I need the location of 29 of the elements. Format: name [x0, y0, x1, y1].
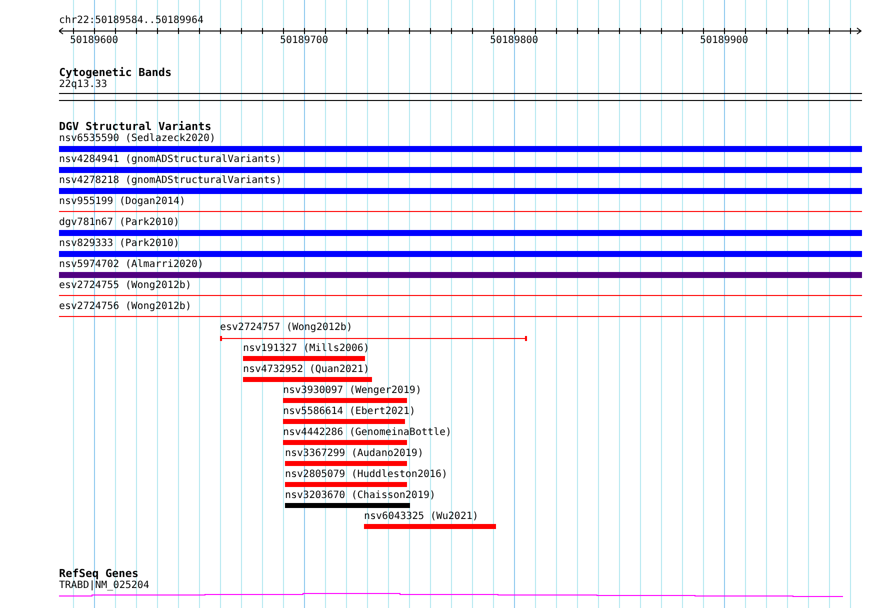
variant-label: nsv3930097 (Wenger2019): [283, 385, 422, 397]
variant-label: nsv4732952 (Quan2021): [243, 364, 370, 376]
variant-label: nsv191327 (Mills2006): [243, 343, 370, 355]
variant-label: nsv6043325 (Wu2021): [364, 511, 478, 523]
variant-label: nsv3367299 (Audano2019): [285, 448, 424, 460]
variant-label: nsv829333 (Park2010): [59, 238, 180, 250]
variant-label: dgv781n67 (Park2010): [59, 217, 180, 229]
variant-label: nsv4278218 (gnomADStructuralVariants): [59, 175, 282, 187]
tick-label: 50189600: [70, 35, 118, 47]
variant-label: nsv2805079 (Huddleston2016): [285, 469, 448, 481]
variant-label: nsv5974702 (Almarri2020): [59, 259, 204, 271]
gene-label: TRABD|NM_025204: [59, 580, 150, 592]
variant-label: esv2724755 (Wong2012b): [59, 280, 192, 292]
variant-label: esv2724757 (Wong2012b): [220, 322, 352, 334]
variant-label: esv2724756 (Wong2012b): [59, 301, 192, 313]
tick-label: 50189700: [280, 35, 328, 47]
tick-label: 50189900: [700, 35, 748, 47]
variant-label: nsv3203670 (Chaisson2019): [285, 490, 436, 502]
tick-label: 50189800: [490, 35, 538, 47]
variant-label: nsv4284941 (gnomADStructuralVariants): [59, 154, 282, 166]
track-title: Cytogenetic Bands: [59, 67, 172, 79]
variant-label: nsv5586614 (Ebert2021): [283, 406, 416, 418]
band-label: 22q13.33: [59, 79, 108, 91]
variant-label: nsv4442286 (GenomeinaBottle): [283, 427, 452, 439]
variant-label: nsv955199 (Dogan2014): [59, 196, 186, 208]
track-title: RefSeq Genes: [59, 568, 138, 580]
variant-label: nsv6535590 (Sedlazeck2020): [59, 133, 216, 145]
position-label: chr22:50189584..50189964: [59, 15, 204, 27]
track-title: DGV Structural Variants: [59, 121, 212, 133]
